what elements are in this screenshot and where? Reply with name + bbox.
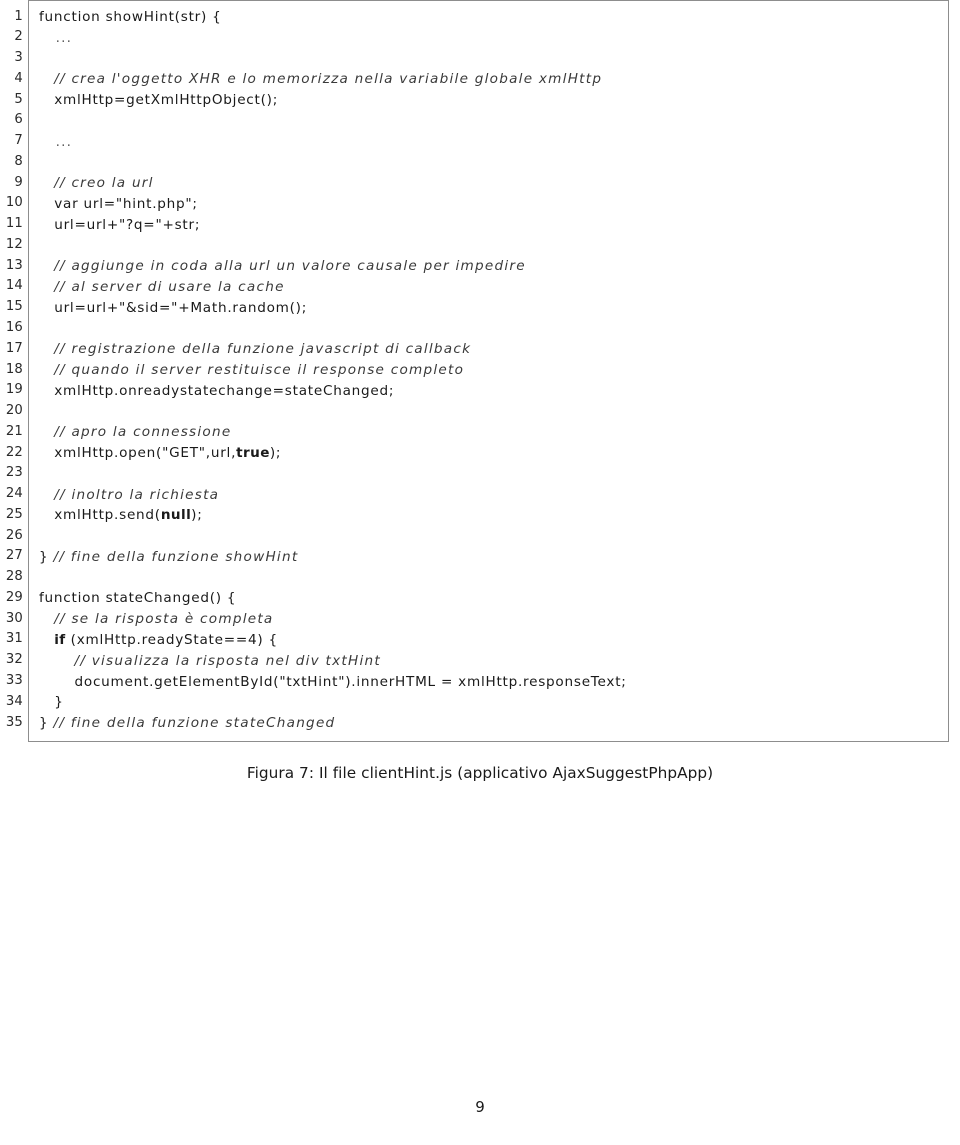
code-comment: // se la risposta è completa bbox=[54, 611, 274, 628]
code-line: // quando il server restituisce il respo… bbox=[39, 360, 948, 381]
code-line: ... bbox=[39, 132, 948, 153]
code-comment: // fine della funzione showHint bbox=[53, 548, 299, 565]
code-line: url=url+"?q="+str; bbox=[39, 216, 201, 233]
line-number: 29 bbox=[5, 589, 23, 605]
line-number: 15 bbox=[5, 299, 23, 315]
line-number: 17 bbox=[5, 340, 23, 356]
code-line: } // fine della funzione stateChanged bbox=[39, 715, 336, 732]
code-line: xmlHttp=getXmlHttpObject(); bbox=[39, 92, 279, 109]
code-comment: // fine della funzione stateChanged bbox=[53, 715, 336, 732]
code-block: function showHint(str) { ... // crea l'o… bbox=[29, 1, 948, 741]
line-number: 31 bbox=[5, 631, 23, 647]
code-line: var url="hint.php"; bbox=[39, 195, 198, 212]
code-comment: // inoltro la richiesta bbox=[54, 486, 220, 503]
code-frame-cell: function showHint(str) { ... // crea l'o… bbox=[28, 0, 949, 742]
code-line: // creo la url bbox=[39, 173, 948, 194]
line-number: 5 bbox=[14, 91, 23, 107]
code-line: xmlHttp.send(null); bbox=[39, 507, 203, 524]
line-number: 16 bbox=[5, 319, 23, 335]
code-comment: // aggiunge in coda alla url un valore c… bbox=[54, 258, 526, 275]
line-number: 35 bbox=[5, 714, 23, 730]
line-number: 34 bbox=[5, 693, 23, 709]
code-comment: // crea l'oggetto XHR e lo memorizza nel… bbox=[54, 71, 603, 88]
line-number: 14 bbox=[5, 278, 23, 294]
code-comment: // apro la connessione bbox=[54, 424, 232, 441]
line-number: 18 bbox=[5, 361, 23, 377]
code-keyword: if bbox=[54, 631, 66, 648]
line-number: 12 bbox=[5, 236, 23, 252]
line-number: 32 bbox=[5, 652, 23, 668]
document-page: 1 2 3 4 5 6 7 8 9 10 11 12 13 14 15 16 17 18 19 20 21 22 23 24 2… bbox=[0, 0, 960, 1145]
line-number: 10 bbox=[5, 195, 23, 211]
line-number: 28 bbox=[5, 569, 23, 585]
line-number: 24 bbox=[5, 486, 23, 502]
code-listing-figure: 1 2 3 4 5 6 7 8 9 10 11 12 13 14 15 16 17 18 19 20 21 22 23 24 2… bbox=[0, 0, 960, 742]
code-line: function showHint(str) { bbox=[39, 9, 222, 25]
line-number: 7 bbox=[14, 133, 23, 149]
code-line: // apro la connessione bbox=[39, 422, 948, 443]
code-keyword: null bbox=[160, 507, 192, 524]
line-number: 13 bbox=[5, 257, 23, 273]
code-line: if (xmlHttp.readyState==4) { bbox=[54, 631, 278, 648]
line-number: 1 bbox=[14, 8, 23, 24]
line-number: 3 bbox=[14, 50, 23, 66]
line-number: 4 bbox=[14, 70, 23, 86]
code-comment: // visualizza la risposta nel div txtHin… bbox=[74, 652, 381, 669]
line-number: 25 bbox=[5, 506, 23, 522]
line-number-gutter-cell: 1 2 3 4 5 6 7 8 9 10 11 12 13 14 15 16 17 18 19 20 21 22 23 24 2… bbox=[0, 1, 29, 742]
line-number: 30 bbox=[5, 610, 23, 626]
code-listing-table: 1 2 3 4 5 6 7 8 9 10 11 12 13 14 15 16 17 18 19 20 21 22 23 24 2… bbox=[0, 0, 949, 742]
line-number: 22 bbox=[5, 444, 23, 460]
code-line: // al server di usare la cache bbox=[39, 277, 948, 298]
code-line: url=url+"&sid="+Math.random(); bbox=[39, 299, 308, 316]
code-line: document.getElementById("txtHint").inner… bbox=[39, 673, 627, 690]
code-ellipsis: ... bbox=[39, 29, 73, 46]
line-number: 8 bbox=[14, 153, 23, 169]
code-line: // registrazione della funzione javascri… bbox=[39, 339, 948, 360]
line-number: 2 bbox=[14, 29, 23, 45]
code-comment: // al server di usare la cache bbox=[54, 278, 285, 295]
line-number: 11 bbox=[5, 216, 23, 232]
code-ellipsis: ... bbox=[39, 133, 73, 150]
code-line: // aggiunge in coda alla url un valore c… bbox=[39, 256, 948, 277]
code-comment: // registrazione della funzione javascri… bbox=[54, 341, 472, 358]
code-line: // se la risposta è completa bbox=[39, 609, 948, 630]
code-line: ... bbox=[39, 28, 948, 49]
code-comment: // creo la url bbox=[54, 175, 154, 192]
code-line: // visualizza la risposta nel div txtHin… bbox=[39, 651, 948, 672]
code-line: // crea l'oggetto XHR e lo memorizza nel… bbox=[39, 69, 948, 90]
line-number-gutter: 1 2 3 4 5 6 7 8 9 10 11 12 13 14 15 16 17 18 19 20 21 22 23 24 2… bbox=[0, 1, 28, 741]
code-line: // inoltro la richiesta bbox=[39, 485, 948, 506]
code-line: xmlHttp.onreadystatechange=stateChanged; bbox=[39, 382, 395, 399]
line-number: 33 bbox=[5, 673, 23, 688]
line-number: 20 bbox=[5, 403, 23, 419]
figure-caption: Figura 7: Il file clientHint.js (applica… bbox=[246, 764, 714, 782]
line-number: 26 bbox=[5, 527, 23, 543]
code-line: } // fine della funzione showHint bbox=[39, 548, 299, 565]
line-number: 6 bbox=[14, 112, 23, 128]
line-number: 9 bbox=[14, 174, 23, 190]
line-number: 23 bbox=[5, 465, 23, 481]
line-number: 21 bbox=[5, 423, 23, 439]
code-line: xmlHttp.open("GET",url,true); bbox=[39, 445, 282, 462]
code-comment: // quando il server restituisce il respo… bbox=[54, 362, 465, 379]
code-line: function stateChanged() { bbox=[39, 590, 237, 607]
line-number: 19 bbox=[5, 382, 23, 398]
page-number: 9 bbox=[475, 1098, 485, 1116]
code-line: } bbox=[39, 694, 64, 711]
line-number: 27 bbox=[5, 548, 23, 564]
code-keyword: true bbox=[236, 445, 270, 462]
